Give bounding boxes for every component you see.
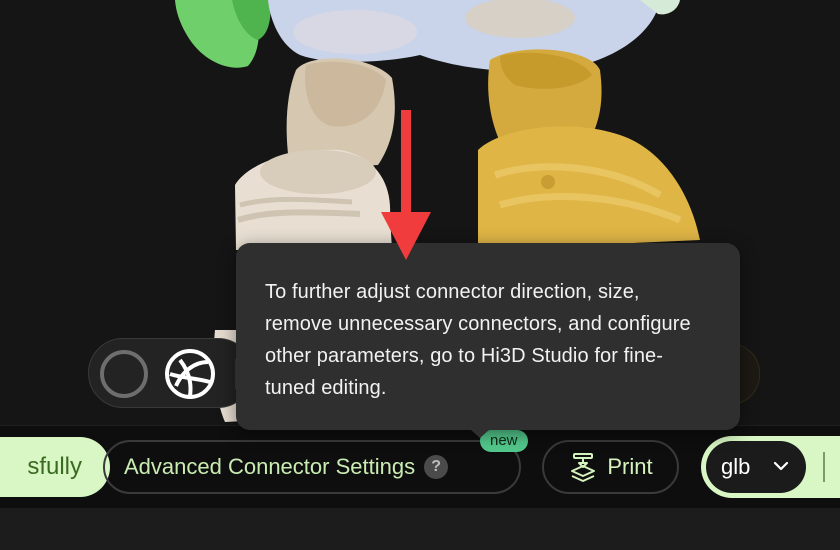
toolbar-divider xyxy=(823,452,825,482)
bottom-toolbar: sfully Advanced Connector Settings ? new… xyxy=(0,425,840,509)
bottom-panel xyxy=(0,508,840,550)
viewport-controls xyxy=(88,338,253,408)
print-button[interactable]: Print xyxy=(542,440,679,494)
status-pill[interactable]: sfully xyxy=(0,437,110,497)
printer-3d-icon xyxy=(571,453,596,482)
advanced-connector-settings-label: Advanced Connector Settings xyxy=(124,454,416,479)
tooltip-text: To further adjust connector direction, s… xyxy=(265,281,691,399)
connector-tooltip: To further adjust connector direction, s… xyxy=(236,243,740,430)
print-label: Print xyxy=(607,454,653,479)
format-select[interactable]: glb xyxy=(706,441,806,493)
pointer-arrow-icon xyxy=(381,110,431,260)
advanced-connector-settings-button[interactable]: Advanced Connector Settings ? xyxy=(103,440,521,494)
loading-ring-icon[interactable] xyxy=(98,348,150,400)
tooltip-pointer xyxy=(470,429,490,438)
help-icon[interactable]: ? xyxy=(424,455,449,479)
format-value: glb xyxy=(721,454,751,479)
chevron-down-icon xyxy=(773,461,789,471)
sphere-icon[interactable] xyxy=(164,348,216,400)
